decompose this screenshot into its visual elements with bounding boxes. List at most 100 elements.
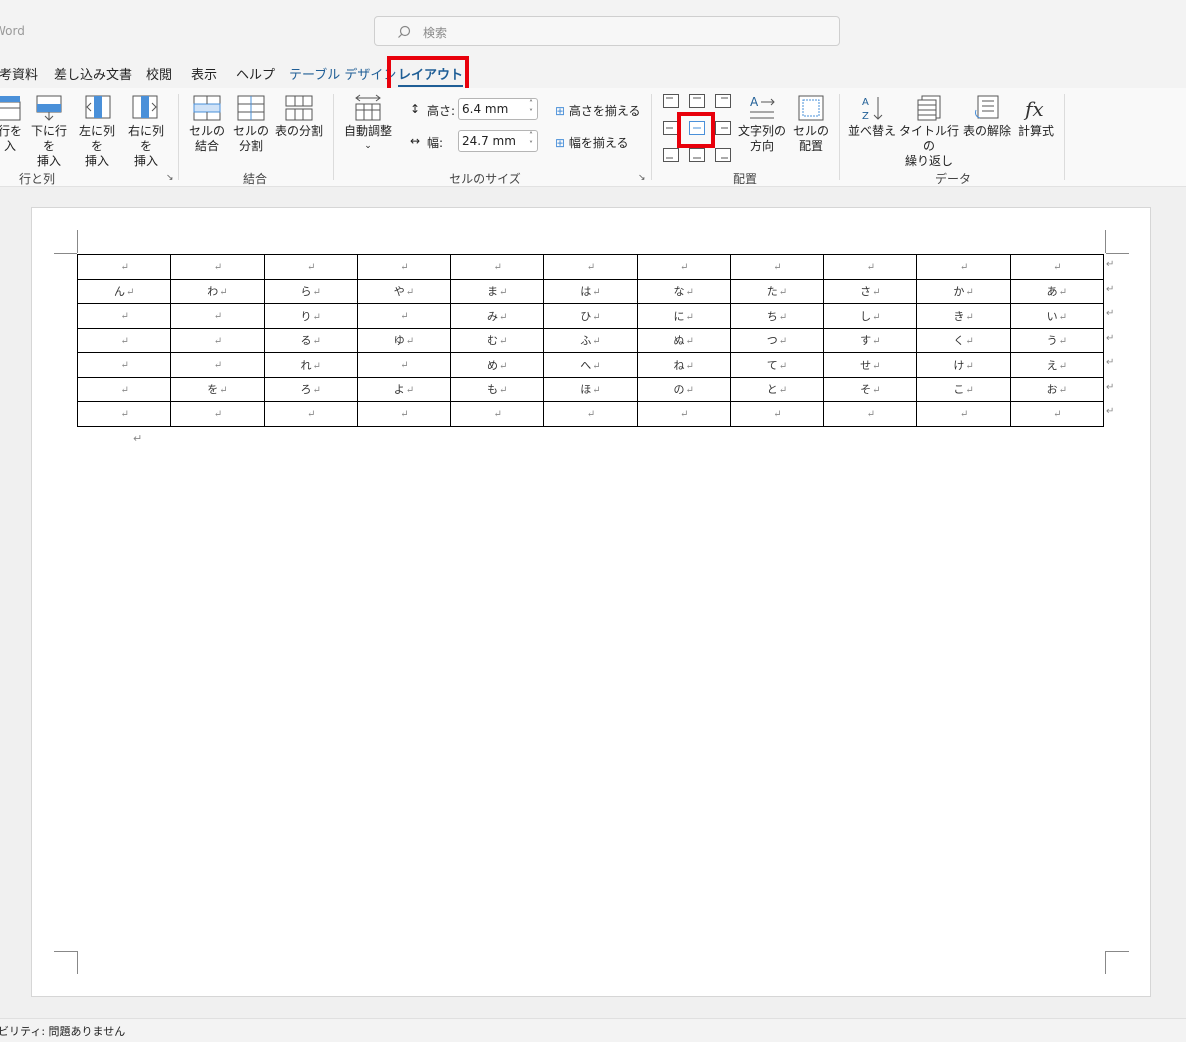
table-cell[interactable]: や↵ [356,278,452,304]
table-cell[interactable]: ん↵ [76,278,172,304]
table-cell[interactable]: ↵ [76,376,172,402]
align-top-left-icon[interactable] [663,94,679,108]
table-cell[interactable]: ↵ [170,401,265,427]
spinner-arrows-icon[interactable]: ˄ ˅ [529,131,533,149]
table-cell[interactable]: む↵ [450,327,545,353]
table-cell[interactable]: い↵ [1009,303,1105,329]
distribute-rows-button[interactable]: ⊞ 高さを揃える [555,102,641,119]
table-cell[interactable]: ね↵ [636,352,731,378]
table-cell[interactable]: ↵ [76,352,172,378]
table-cell[interactable]: そ↵ [823,376,918,402]
table-cell[interactable]: ま↵ [450,278,545,304]
insert-right-button[interactable]: 右に列を 挿入 [123,94,169,169]
document-table[interactable]: ↵ ↵ ↵ ↵ ↵ ↵ ↵ ↵ ↵ ↵ ↵ ん↵ わ↵ ら↵ や↵ ま↵ は↵ な↵ た↵ さ↵ か↵ あ↵ ↵ ↵ り↵ ↵ み↵… [76,254,1105,427]
table-cell[interactable]: お↵ [1009,376,1105,402]
table-cell[interactable]: ら↵ [263,278,358,304]
table-cell[interactable]: ↵ [450,254,545,280]
table-cell[interactable]: を↵ [170,376,265,402]
table-cell[interactable]: ↵ [916,254,1011,280]
merge-cells-button[interactable]: セルの 結合 [186,94,228,154]
insert-below-button[interactable]: 下に行を 挿入 [26,94,72,169]
table-cell[interactable]: ↵ [916,401,1011,427]
table-cell[interactable]: し↵ [823,303,918,329]
table-cell[interactable]: ↵ [356,303,452,329]
table-cell[interactable]: こ↵ [916,376,1011,402]
table-cell[interactable]: ひ↵ [543,303,638,329]
table-cell[interactable]: て↵ [729,352,825,378]
tab-mailings[interactable]: 差し込み文書 [54,64,132,83]
table-cell[interactable]: み↵ [450,303,545,329]
align-middle-left-icon[interactable] [663,121,679,135]
table-cell[interactable]: ↵ [356,254,452,280]
table-cell[interactable]: さ↵ [823,278,918,304]
cell-margins-button[interactable]: セルの 配置 [790,94,832,154]
table-cell[interactable]: ふ↵ [543,327,638,353]
table-cell[interactable]: ↵ [636,401,731,427]
insert-left-button[interactable]: 左に列を 挿入 [74,94,120,169]
table-cell[interactable]: と↵ [729,376,825,402]
table-cell[interactable]: ↵ [263,401,358,427]
rows-cols-launcher-icon[interactable]: ↘ [166,173,174,183]
table-cell[interactable]: ↵ [356,352,452,378]
table-cell[interactable]: あ↵ [1009,278,1105,304]
table-cell[interactable]: す↵ [823,327,918,353]
autofit-button[interactable]: 自動調整 ⌄ [340,94,396,154]
align-bottom-left-icon[interactable] [663,148,679,162]
distribute-cols-button[interactable]: ⊞ 幅を揃える [555,134,629,151]
table-cell[interactable]: ↵ [76,254,172,280]
table-cell[interactable]: ↵ [170,352,265,378]
table-cell[interactable]: ↵ [543,254,638,280]
table-cell[interactable]: ↵ [823,254,918,280]
table-cell[interactable]: ↵ [729,254,825,280]
table-cell[interactable]: ↵ [170,327,265,353]
tab-layout[interactable]: レイアウト [398,64,464,87]
align-middle-right-icon[interactable] [715,121,731,135]
table-cell[interactable]: ↵ [450,401,545,427]
accessibility-status[interactable]: ビリティ: 問題ありません [0,1023,125,1039]
spinner-arrows-icon[interactable]: ˄ ˅ [529,99,533,117]
table-cell[interactable]: ↵ [76,303,172,329]
table-cell[interactable]: の↵ [636,376,731,402]
table-cell[interactable]: け↵ [916,352,1011,378]
tab-table-design[interactable]: テーブル デザイン [289,64,396,83]
convert-to-text-button[interactable]: 表の解除 [962,94,1012,139]
table-cell[interactable]: に↵ [636,303,731,329]
table-cell[interactable]: ↵ [170,303,265,329]
table-cell[interactable]: ち↵ [729,303,825,329]
table-cell[interactable]: せ↵ [823,352,918,378]
align-top-right-icon[interactable] [715,94,731,108]
table-cell[interactable]: わ↵ [170,278,265,304]
table-cell[interactable]: か↵ [916,278,1011,304]
table-cell[interactable]: た↵ [729,278,825,304]
align-bottom-center-icon[interactable] [689,148,705,162]
height-spinner[interactable]: 6.4 mm ˄ ˅ [458,98,538,120]
table-cell[interactable]: ↵ [1009,401,1105,427]
table-cell[interactable]: も↵ [450,376,545,402]
formula-button[interactable]: fx 計算式 [1014,94,1058,139]
split-cells-button[interactable]: セルの 分割 [230,94,272,154]
table-cell[interactable]: ↵ [823,401,918,427]
table-cell[interactable]: は↵ [543,278,638,304]
table-cell[interactable]: ほ↵ [543,376,638,402]
table-cell[interactable]: ↵ [636,254,731,280]
table-cell[interactable]: き↵ [916,303,1011,329]
table-cell[interactable]: よ↵ [356,376,452,402]
table-cell[interactable]: ぬ↵ [636,327,731,353]
cell-size-launcher-icon[interactable]: ↘ [638,173,646,183]
table-cell[interactable]: ↵ [729,401,825,427]
table-cell[interactable]: ↵ [170,254,265,280]
table-cell[interactable]: れ↵ [263,352,358,378]
text-direction-button[interactable]: A 文字列の 方向 [738,94,786,154]
split-table-button[interactable]: 表の分割 [274,94,324,139]
tab-references[interactable]: 参考資料 [0,64,38,83]
align-bottom-right-icon[interactable] [715,148,731,162]
search-box[interactable]: 検索 [374,16,840,46]
table-cell[interactable]: ↵ [543,401,638,427]
table-cell[interactable]: め↵ [450,352,545,378]
table-cell[interactable]: え↵ [1009,352,1105,378]
table-cell[interactable]: な↵ [636,278,731,304]
tab-view[interactable]: 表示 [191,64,217,83]
table-cell[interactable]: ↵ [1009,254,1105,280]
align-top-center-icon[interactable] [689,94,705,108]
table-cell[interactable]: る↵ [263,327,358,353]
